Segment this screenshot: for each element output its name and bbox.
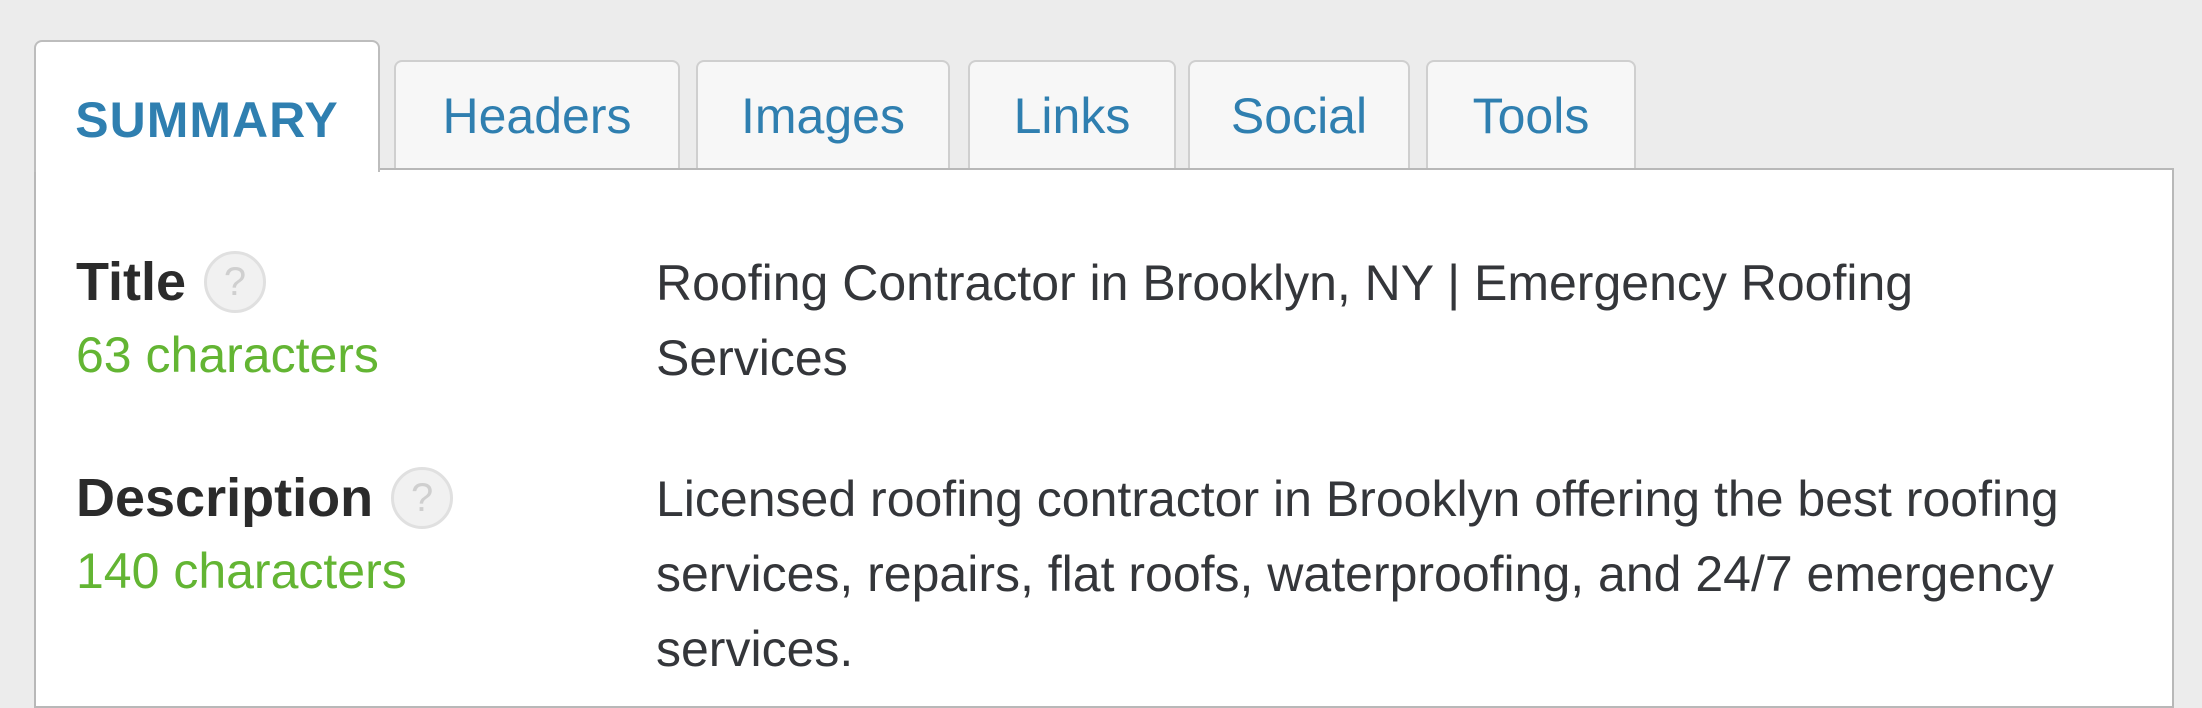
title-value: Roofing Contractor in Brooklyn, NY | Eme… [656, 255, 1914, 386]
title-character-count: 63 characters [76, 327, 379, 383]
description-label: Description [76, 468, 374, 528]
description-value: Licensed roofing contractor in Brooklyn … [656, 471, 2059, 677]
title-label: Title [76, 252, 187, 312]
summary-panel: Title ? 63 characters Roofing Contractor… [34, 168, 2174, 708]
tab-bar: SUMMARY Headers Images Links Social Tool… [34, 40, 2174, 172]
tab-links[interactable]: Links [968, 60, 1176, 170]
tab-images[interactable]: Images [696, 60, 950, 170]
description-label-column: Description ? 140 characters [76, 462, 576, 600]
description-help-icon[interactable]: ? [391, 467, 454, 529]
tab-social[interactable]: Social [1188, 60, 1410, 170]
title-help-icon[interactable]: ? [204, 251, 267, 313]
tab-headers[interactable]: Headers [394, 60, 680, 170]
title-label-column: Title ? 63 characters [76, 246, 576, 384]
description-character-count: 140 characters [76, 543, 407, 599]
tab-tools[interactable]: Tools [1426, 60, 1636, 170]
tab-summary[interactable]: SUMMARY [34, 40, 380, 172]
